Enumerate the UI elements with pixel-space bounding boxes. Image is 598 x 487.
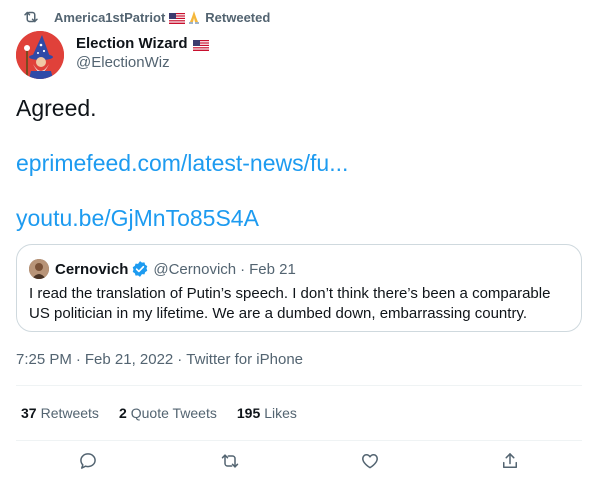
- divider: [16, 440, 582, 441]
- quoted-separator: ·: [240, 260, 246, 278]
- quoted-tweet[interactable]: Cernovich @Cernovich · Feb 21 I read the…: [16, 244, 582, 332]
- tweet-meta: 7:25 PM · Feb 21, 2022 · Twitter for iPh…: [16, 351, 303, 368]
- author-info: Election Wizard @ElectionWiz: [76, 33, 211, 71]
- tweet-text: Agreed.: [16, 95, 97, 121]
- tweet-source[interactable]: Twitter for iPhone: [186, 351, 303, 368]
- retweet-icon: [220, 451, 240, 476]
- author-avatar[interactable]: [16, 31, 64, 79]
- reply-button[interactable]: [76, 451, 100, 475]
- quoted-author-name: Cernovich: [55, 260, 129, 278]
- verified-badge-icon: [131, 260, 149, 278]
- tweet-link-youtube[interactable]: youtu.be/GjMnTo85S4A: [16, 205, 259, 232]
- retweet-context: America1stPatriot Retweeted: [22, 8, 270, 26]
- quote-tweets-stat[interactable]: 2 Quote Tweets: [119, 405, 217, 421]
- like-button[interactable]: [358, 451, 382, 475]
- retweeted-label: Retweeted: [205, 9, 271, 25]
- retweet-context-icon: [22, 8, 40, 26]
- retweeter-emoji: [169, 10, 201, 24]
- quoted-tweet-text: I read the translation of Putin’s speech…: [29, 285, 551, 322]
- retweets-count: 37: [21, 405, 37, 421]
- author-handle[interactable]: @ElectionWiz: [76, 54, 211, 71]
- likes-label: Likes: [264, 405, 297, 421]
- likes-stat[interactable]: 195 Likes: [237, 405, 297, 421]
- us-flag-icon: [169, 12, 186, 24]
- meta-separator: ·: [75, 351, 81, 368]
- praying-hands-icon: [187, 10, 201, 24]
- retweet-button[interactable]: [218, 451, 242, 475]
- quoted-date: Feb 21: [249, 260, 296, 278]
- quote-tweets-label: Quote Tweets: [130, 405, 217, 421]
- retweeter-name[interactable]: America1stPatriot: [54, 10, 165, 25]
- tweet-time[interactable]: 7:25 PM: [16, 351, 72, 368]
- retweets-stat[interactable]: 37 Retweets: [21, 405, 99, 421]
- quoted-author-handle: @Cernovich: [153, 260, 237, 278]
- quoted-author-avatar: [29, 259, 49, 279]
- tweet-date[interactable]: Feb 21, 2022: [85, 351, 173, 368]
- quote-tweets-count: 2: [118, 405, 127, 421]
- tweet-actions: [0, 451, 598, 477]
- meta-separator: ·: [177, 351, 183, 368]
- tweet-link-eprimefeed[interactable]: eprimefeed.com/latest-news/fu...: [16, 150, 348, 177]
- likes-count: 195: [236, 405, 261, 421]
- share-icon: [500, 451, 520, 476]
- us-flag-icon: [192, 38, 209, 51]
- author-name[interactable]: Election Wizard: [76, 35, 188, 52]
- share-button[interactable]: [498, 451, 522, 475]
- reply-icon: [78, 451, 98, 476]
- divider: [16, 385, 582, 386]
- tweet-stats: 37 Retweets 2 Quote Tweets 195 Likes: [21, 405, 317, 421]
- like-icon: [360, 451, 380, 476]
- retweets-label: Retweets: [40, 405, 99, 421]
